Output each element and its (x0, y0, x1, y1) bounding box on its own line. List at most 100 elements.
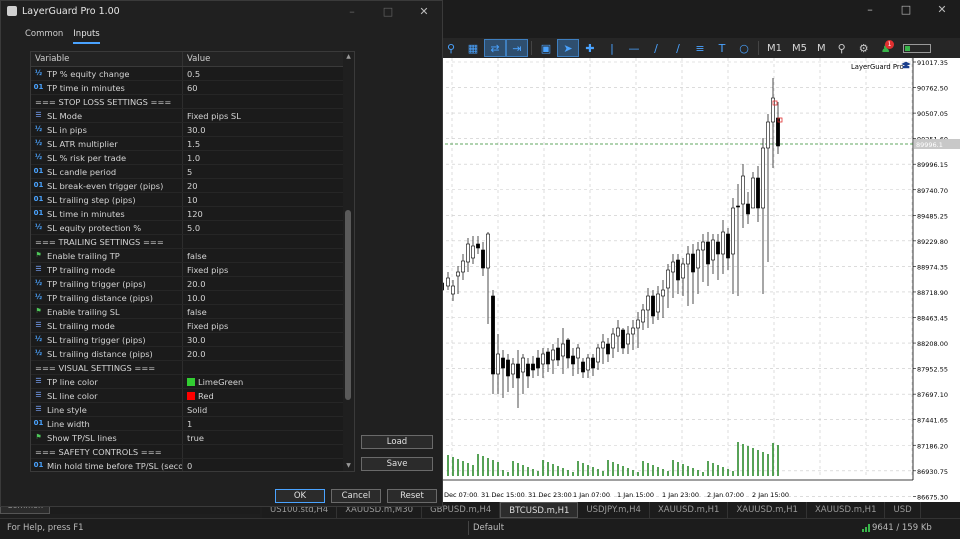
zoom-in-icon[interactable]: ⚲ (440, 39, 462, 57)
param-value-cell[interactable]: false (183, 305, 342, 318)
vertical-line-icon[interactable]: | (601, 39, 623, 57)
param-row[interactable]: ½ TP trailing distance (pips) 10.0 (31, 291, 354, 305)
param-row[interactable]: ½ SL equity protection % 5.0 (31, 221, 354, 235)
param-value-cell[interactable]: true (183, 431, 342, 444)
maximize-icon[interactable]: □ (888, 0, 924, 20)
maximize-icon[interactable]: □ (370, 1, 406, 23)
param-row[interactable]: 01Min hold time before TP/SL (seconds) 0 (31, 459, 354, 471)
param-row[interactable]: 01 SL time in minutes 120 (31, 207, 354, 221)
param-row[interactable]: ½ SL % risk per trade 1.0 (31, 151, 354, 165)
param-value-cell[interactable]: 120 (183, 207, 342, 220)
param-value-cell[interactable]: 0.5 (183, 67, 342, 80)
close-icon[interactable]: ✕ (406, 1, 442, 23)
param-value-cell[interactable]: 20.0 (183, 347, 342, 360)
crosshair-icon[interactable]: ✚ (579, 39, 601, 57)
param-row[interactable]: 01 Line width 1 (31, 417, 354, 431)
timeframe-m[interactable]: M (812, 43, 831, 54)
param-value-cell[interactable]: Fixed pips SL (183, 109, 342, 122)
section-header-row[interactable]: === TRAILING SETTINGS === (31, 235, 354, 249)
param-value-cell[interactable]: 60 (183, 81, 342, 94)
cursor-icon[interactable]: ➤ (557, 39, 579, 57)
grid-scrollbar[interactable]: ▲ ▼ (343, 52, 354, 471)
chart-tab[interactable]: XAUUSD.m,H1 (650, 502, 729, 518)
tab-common[interactable]: Common (25, 29, 63, 44)
param-row[interactable]: 01 SL candle period 5 (31, 165, 354, 179)
param-value-cell[interactable]: 30.0 (183, 123, 342, 136)
chart-tab[interactable]: USD (885, 502, 921, 518)
param-value-cell[interactable]: 10.0 (183, 291, 342, 304)
close-icon[interactable]: ✕ (924, 0, 960, 20)
param-row[interactable]: 01 SL break-even trigger (pips) 20 (31, 179, 354, 193)
section-header-row[interactable]: === VISUAL SETTINGS === (31, 361, 354, 375)
param-row[interactable]: ☰ SL trailing mode Fixed pips (31, 319, 354, 333)
param-row[interactable]: ☰ TP trailing mode Fixed pips (31, 263, 354, 277)
load-button[interactable]: Load (361, 435, 433, 449)
timeframe-m5[interactable]: M5 (787, 43, 812, 54)
screenshot-icon[interactable]: ▣ (535, 39, 557, 57)
timeframe-m1[interactable]: M1 (762, 43, 787, 54)
trendline-icon[interactable]: ∕ (645, 39, 667, 57)
param-value-cell[interactable]: 20 (183, 179, 342, 192)
reset-button[interactable]: Reset (387, 489, 437, 503)
param-value-cell[interactable]: Solid (183, 403, 342, 416)
chart-shift-icon[interactable]: ⇥ (506, 39, 528, 57)
param-row[interactable]: 01 TP time in minutes 60 (31, 81, 354, 95)
section-header-row[interactable]: === STOP LOSS SETTINGS === (31, 95, 354, 109)
param-value-cell[interactable]: 1.0 (183, 151, 342, 164)
param-row[interactable]: ⚑ Show TP/SL lines true (31, 431, 354, 445)
autoscroll-icon[interactable]: ⇄ (484, 39, 506, 57)
chart-tab[interactable]: BTCUSD.m,H1 (500, 502, 579, 518)
param-row[interactable]: ½ SL ATR multiplier 1.5 (31, 137, 354, 151)
param-value-cell[interactable]: Fixed pips (183, 319, 342, 332)
param-value-cell[interactable]: Fixed pips (183, 263, 342, 276)
param-value-cell[interactable]: 1.5 (183, 137, 342, 150)
ok-button[interactable]: OK (275, 489, 325, 503)
price-chart[interactable]: 91017.3590762.5090507.0590251.6089996.15… (440, 58, 960, 502)
text-tool-icon[interactable]: T (711, 39, 733, 57)
param-row[interactable]: ☰ SL Mode Fixed pips SL (31, 109, 354, 123)
search-icon[interactable]: ⚲ (831, 39, 853, 57)
section-header-row[interactable]: === SAFETY CONTROLS === (31, 445, 354, 459)
param-value-cell[interactable]: Red (183, 389, 342, 402)
param-value-cell[interactable]: false (183, 249, 342, 262)
param-row[interactable]: ½ TP trailing trigger (pips) 20.0 (31, 277, 354, 291)
param-row[interactable]: ½ TP % equity change 0.5 (31, 67, 354, 81)
param-row[interactable]: ⚑ Enable trailing TP false (31, 249, 354, 263)
param-value-cell[interactable]: 5 (183, 165, 342, 178)
chart-tab[interactable]: XAUUSD.m,H1 (807, 502, 886, 518)
param-value-cell[interactable]: 20.0 (183, 277, 342, 290)
chart-tab[interactable]: USDJPY.m,H4 (578, 502, 650, 518)
param-value-cell[interactable]: 0 (183, 459, 342, 471)
column-variable[interactable]: Variable (31, 52, 183, 66)
column-value[interactable]: Value (183, 52, 342, 66)
param-value-cell[interactable]: LimeGreen (183, 375, 342, 388)
minimize-icon[interactable]: – (334, 1, 370, 23)
param-row[interactable]: 01 SL trailing step (pips) 10 (31, 193, 354, 207)
param-row[interactable]: ⚑ Enable trailing SL false (31, 305, 354, 319)
param-row[interactable]: ½ SL trailing distance (pips) 20.0 (31, 347, 354, 361)
param-row[interactable]: ☰ SL line color Red (31, 389, 354, 403)
param-row[interactable]: ☰ Line style Solid (31, 403, 354, 417)
grid-icon[interactable]: ▦ (462, 39, 484, 57)
channel-icon[interactable]: ∕ (667, 39, 689, 57)
param-value-cell[interactable]: 5.0 (183, 221, 342, 234)
scroll-up-icon[interactable]: ▲ (344, 52, 353, 62)
tab-inputs[interactable]: Inputs (73, 29, 100, 44)
chart-tab[interactable]: XAUUSD.m,H1 (728, 502, 807, 518)
save-button[interactable]: Save (361, 457, 433, 471)
param-value-cell[interactable]: 1 (183, 417, 342, 430)
param-row[interactable]: ½ SL trailing trigger (pips) 30.0 (31, 333, 354, 347)
param-row[interactable]: ½ SL in pips 30.0 (31, 123, 354, 137)
minimize-icon[interactable]: – (852, 0, 888, 20)
param-row[interactable]: ☰ TP line color LimeGreen (31, 375, 354, 389)
fibonacci-icon[interactable]: ≡ (689, 39, 711, 57)
shapes-icon[interactable]: ○ (733, 39, 755, 57)
scrollbar-thumb[interactable] (345, 210, 351, 400)
param-value-cell[interactable]: 10 (183, 193, 342, 206)
status-profile[interactable]: Default (468, 521, 613, 535)
scroll-down-icon[interactable]: ▼ (344, 461, 353, 471)
notifications-icon[interactable]: ⚙ (853, 39, 875, 57)
cancel-button[interactable]: Cancel (331, 489, 381, 503)
param-value-cell[interactable]: 30.0 (183, 333, 342, 346)
horizontal-line-icon[interactable]: — (623, 39, 645, 57)
